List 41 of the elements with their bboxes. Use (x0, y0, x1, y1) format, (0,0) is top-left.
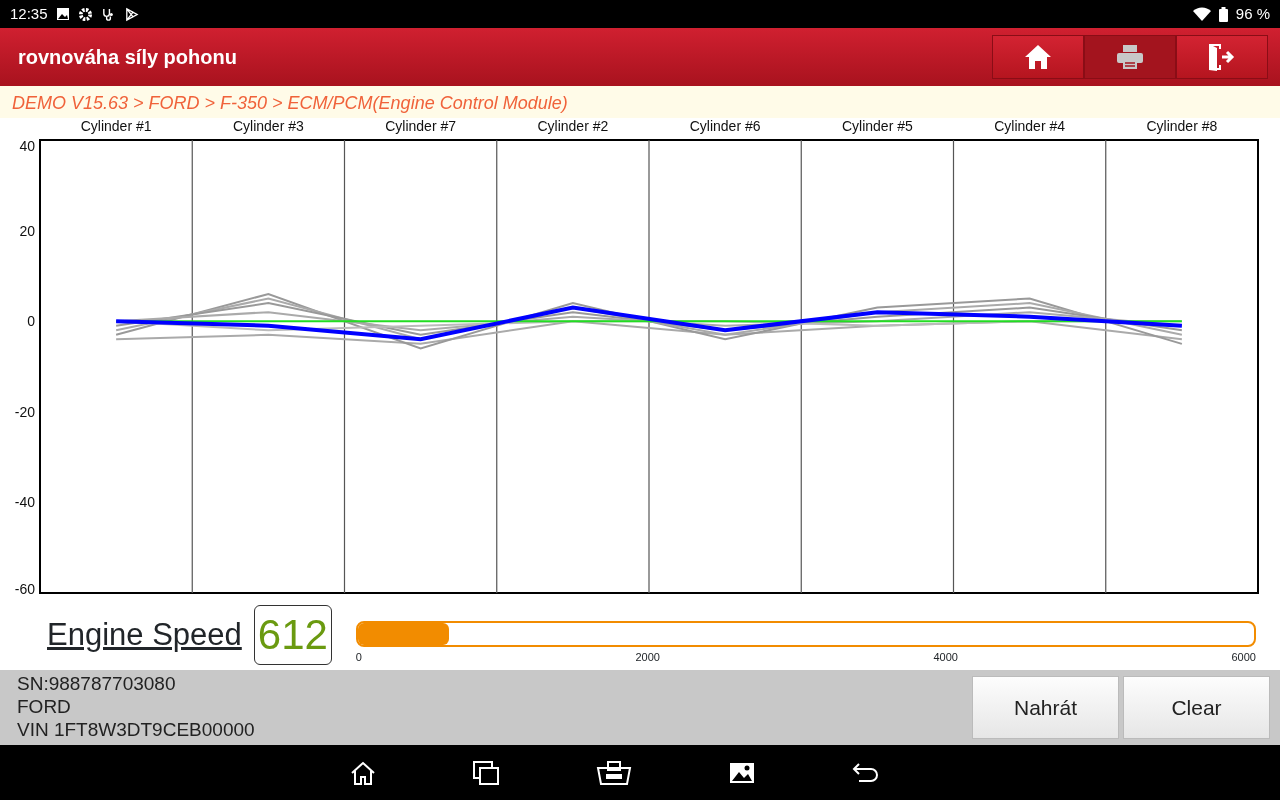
engine-speed-label: Engine Speed (47, 615, 242, 654)
screen-title: rovnováha síly pohonu (18, 45, 237, 70)
engine-speed-value: 612 (253, 605, 332, 665)
battery-icon (1218, 6, 1228, 22)
scale-tick-label: 2000 (635, 649, 660, 665)
column-label: Cylinder #7 (385, 118, 457, 134)
vehicle-info-line: VIN 1FT8W3DT9CEB00000 (17, 718, 255, 741)
axis-tick-label: 0 (27, 313, 35, 330)
printer-icon (1116, 44, 1144, 70)
column-label: Cylinder #3 (232, 118, 304, 134)
column-label: Cylinder #2 (537, 118, 609, 134)
home-icon (1024, 44, 1052, 70)
axis-tick-label: -20 (14, 403, 35, 420)
stethoscope-icon (100, 6, 116, 22)
clock-time: 12:35 (10, 3, 48, 24)
action-button[interactable]: Nahrát (972, 676, 1119, 739)
vehicle-info-line: SN:988787703080 (17, 672, 177, 695)
breadcrumb-path: DEMO V15.63 > FORD > F-350 > ECM/PCM(Engine Control Module) (0, 86, 1280, 118)
scale-tick-label: 4000 (933, 649, 958, 665)
column-label: Cylinder #5 (841, 118, 913, 134)
column-label: Cylinder #8 (1146, 118, 1218, 134)
wifi-icon (1192, 7, 1211, 21)
vehicle-info-line: FORD (17, 695, 72, 718)
scale-tick-label: 6000 (1231, 649, 1256, 665)
column-label: Cylinder #1 (80, 118, 152, 134)
column-label: Cylinder #4 (994, 118, 1066, 134)
axis-tick-label: 40 (19, 138, 35, 154)
recent-apps-icon[interactable] (472, 759, 500, 786)
exit-button[interactable] (1176, 35, 1268, 79)
axis-tick-label: -60 (14, 581, 35, 597)
axis-tick-label: 20 (19, 222, 35, 239)
exit-door-icon (1207, 43, 1237, 71)
home-icon[interactable] (349, 759, 377, 786)
scale-tick-label: 0 (355, 649, 362, 665)
column-label: Cylinder #6 (689, 118, 761, 134)
axis-tick-label: -40 (14, 494, 35, 511)
settings-icon (77, 6, 93, 22)
action-button[interactable]: Clear (1123, 676, 1270, 739)
image-icon (55, 7, 70, 21)
battery-percent: 96 % (1235, 3, 1270, 24)
home-button[interactable] (992, 35, 1084, 79)
